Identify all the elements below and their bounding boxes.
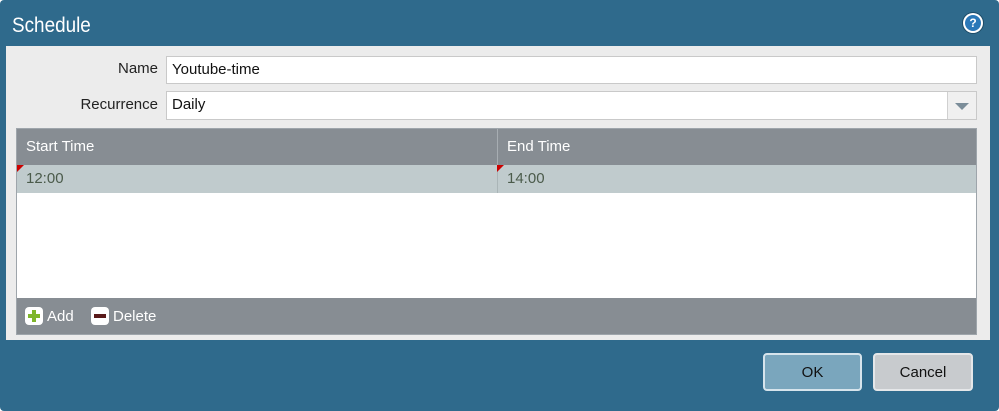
- add-button[interactable]: Add: [25, 298, 74, 334]
- column-header-start-time[interactable]: Start Time: [17, 129, 497, 165]
- chevron-down-icon: [955, 103, 969, 110]
- help-icon-glyph: ?: [965, 15, 981, 31]
- help-icon[interactable]: ?: [963, 13, 983, 33]
- schedule-grid: Start Time End Time 12:00 14:00 Add Dele…: [16, 128, 977, 335]
- plus-icon: [25, 307, 43, 325]
- cancel-button[interactable]: Cancel: [873, 353, 973, 391]
- recurrence-select[interactable]: Daily: [166, 91, 977, 120]
- name-field[interactable]: Youtube-time: [166, 56, 977, 84]
- recurrence-value: Daily: [172, 96, 206, 113]
- name-label: Name: [117, 60, 158, 77]
- minus-icon: [91, 307, 109, 325]
- start-time-cell[interactable]: 12:00: [17, 165, 497, 193]
- recurrence-label: Recurrence: [80, 96, 158, 113]
- grid-footer-toolbar: Add Delete: [17, 298, 976, 334]
- grid-header: Start Time End Time: [17, 129, 976, 165]
- recurrence-dropdown-button[interactable]: [947, 92, 976, 119]
- dialog-title: Schedule: [12, 14, 91, 37]
- ok-button[interactable]: OK: [763, 353, 862, 391]
- delete-button[interactable]: Delete: [91, 298, 156, 334]
- column-header-end-time[interactable]: End Time: [498, 129, 976, 165]
- end-time-cell[interactable]: 14:00: [498, 165, 976, 193]
- add-label: Add: [47, 307, 74, 325]
- delete-label: Delete: [113, 307, 157, 325]
- table-row[interactable]: 12:00 14:00: [17, 165, 976, 193]
- schedule-dialog: Schedule ? Name Youtube-time Recurrence …: [0, 0, 999, 411]
